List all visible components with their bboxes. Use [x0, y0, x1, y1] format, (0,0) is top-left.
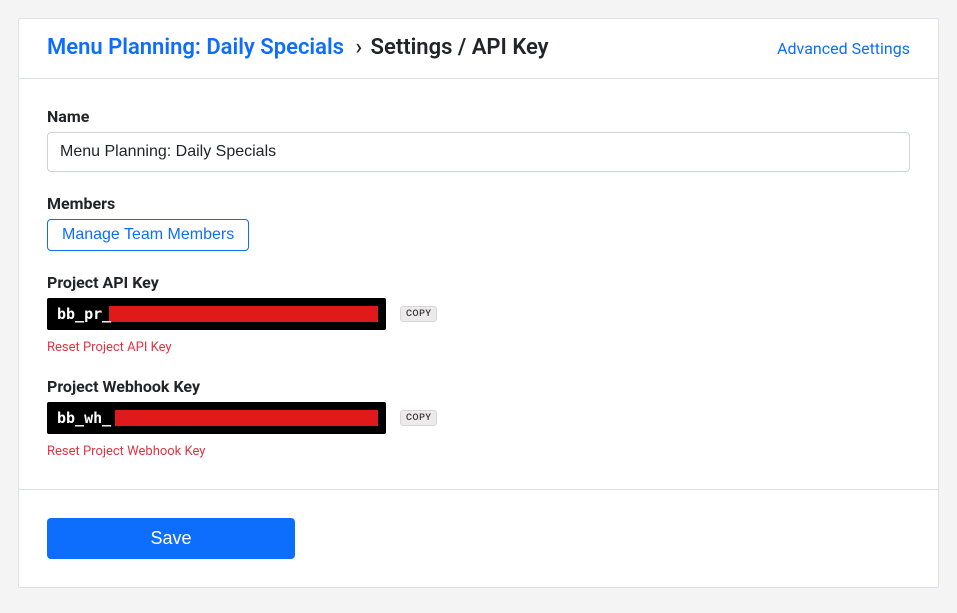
webhook-key-reset-link[interactable]: Reset Project Webhook Key	[47, 444, 205, 459]
members-section: Members Manage Team Members	[47, 194, 910, 251]
project-breadcrumb-link[interactable]: Menu Planning: Daily Specials	[47, 35, 344, 60]
save-button[interactable]: Save	[47, 518, 295, 559]
name-input[interactable]	[47, 132, 910, 172]
webhook-key-row: bb_wh_ COPY	[47, 402, 910, 434]
members-label: Members	[47, 194, 910, 213]
settings-card: Menu Planning: Daily Specials › Settings…	[18, 18, 939, 588]
webhook-key-box: bb_wh_	[47, 402, 386, 434]
api-key-reset-link[interactable]: Reset Project API Key	[47, 340, 172, 355]
card-body: Name Members Manage Team Members Project…	[19, 79, 938, 490]
api-key-prefix: bb_pr_	[47, 305, 111, 323]
api-key-redacted	[109, 306, 378, 322]
webhook-key-section: Project Webhook Key bb_wh_ COPY Reset Pr…	[47, 377, 910, 459]
api-key-label: Project API Key	[47, 273, 910, 292]
card-header: Menu Planning: Daily Specials › Settings…	[19, 19, 938, 79]
name-label: Name	[47, 107, 910, 126]
api-key-section: Project API Key bb_pr_ COPY Reset Projec…	[47, 273, 910, 355]
breadcrumb: Menu Planning: Daily Specials › Settings…	[47, 35, 549, 61]
advanced-settings-link[interactable]: Advanced Settings	[777, 39, 910, 58]
breadcrumb-current: Settings / API Key	[371, 35, 549, 60]
api-key-copy-button[interactable]: COPY	[400, 306, 437, 322]
webhook-key-label: Project Webhook Key	[47, 377, 910, 396]
manage-members-button[interactable]: Manage Team Members	[47, 219, 249, 251]
api-key-row: bb_pr_ COPY	[47, 298, 910, 330]
api-key-box: bb_pr_	[47, 298, 386, 330]
webhook-key-prefix: bb_wh_	[47, 409, 111, 427]
webhook-key-copy-button[interactable]: COPY	[400, 410, 437, 426]
breadcrumb-separator: ›	[355, 35, 362, 60]
webhook-key-redacted	[115, 410, 378, 426]
card-footer: Save	[19, 490, 938, 587]
name-section: Name	[47, 107, 910, 172]
